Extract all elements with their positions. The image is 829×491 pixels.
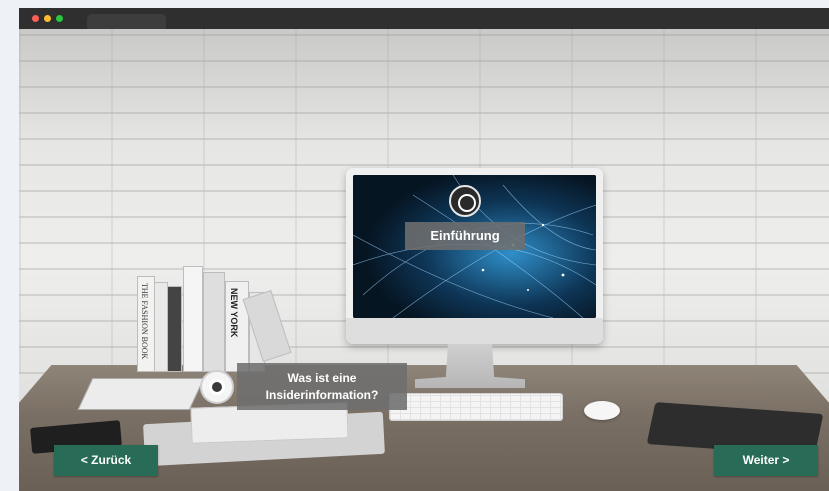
- book-spine-title: THE FASHION BOOK: [140, 283, 149, 360]
- maximize-window-icon[interactable]: [56, 15, 63, 22]
- insider-hotspot-label[interactable]: Was ist eine Insiderinformation?: [237, 363, 407, 410]
- back-button[interactable]: < Zurück: [54, 445, 158, 476]
- book-spine: [154, 282, 168, 372]
- minimize-window-icon[interactable]: [44, 15, 51, 22]
- book-spine: NEW YORK: [225, 281, 249, 372]
- close-window-icon[interactable]: [32, 15, 39, 22]
- insider-target-icon[interactable]: [200, 370, 234, 404]
- browser-tab[interactable]: [87, 14, 166, 29]
- book-spine: [203, 272, 225, 372]
- monitor-chin: [346, 318, 603, 344]
- browser-titlebar: [19, 8, 829, 29]
- keyboard: [389, 393, 563, 421]
- intro-target-icon[interactable]: [449, 185, 481, 217]
- mouse: [584, 401, 620, 420]
- intro-hotspot-label[interactable]: Einführung: [405, 222, 525, 250]
- book-spine: THE FASHION BOOK: [137, 276, 155, 372]
- open-book: [77, 378, 205, 410]
- book-spine-title: NEW YORK: [229, 288, 239, 338]
- book-spine: [183, 266, 203, 372]
- book-spine: [167, 286, 182, 372]
- next-button[interactable]: Weiter >: [714, 445, 818, 476]
